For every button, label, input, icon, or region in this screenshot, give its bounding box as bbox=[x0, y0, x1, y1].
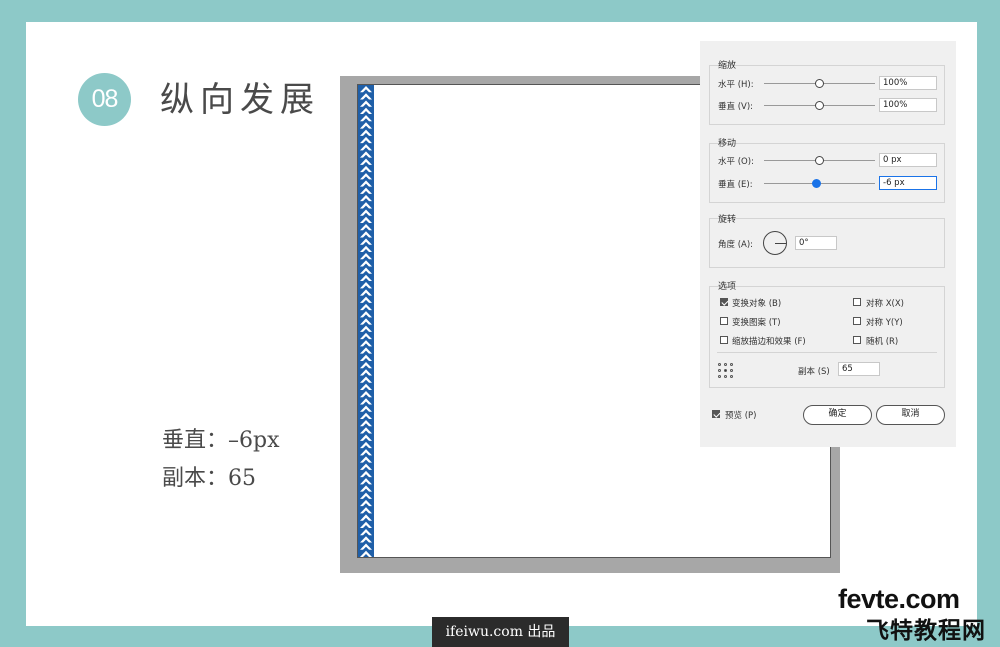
transform-patterns-checkbox[interactable] bbox=[720, 317, 728, 325]
scale-vertical-label: 垂直 (V): bbox=[718, 102, 754, 112]
reflect-y-label: 对称 Y(Y) bbox=[866, 318, 903, 328]
transform-each-dialog: 缩放 水平 (H): 100% 垂直 (V): 100% 移动 水平 (O): … bbox=[700, 41, 956, 447]
move-group bbox=[709, 143, 945, 203]
copies-field[interactable]: 65 bbox=[838, 362, 880, 376]
scale-strokes-checkbox[interactable] bbox=[720, 336, 728, 344]
scale-horizontal-label: 水平 (H): bbox=[718, 80, 754, 90]
site-credit-badge: ifeiwu.com 出品 bbox=[432, 617, 569, 647]
angle-label: 角度 (A): bbox=[718, 240, 754, 250]
random-label: 随机 (R) bbox=[866, 337, 899, 347]
ok-button[interactable]: 确定 bbox=[803, 405, 872, 425]
move-horizontal-knob[interactable] bbox=[815, 156, 824, 165]
move-vertical-field[interactable]: -6 px bbox=[879, 176, 937, 190]
move-group-title: 移动 bbox=[718, 139, 737, 149]
preview-label: 预览 (P) bbox=[725, 411, 757, 421]
options-divider bbox=[717, 352, 937, 353]
transform-patterns-label: 变换图案 (T) bbox=[732, 318, 781, 328]
copies-label: 副本 (S) bbox=[798, 367, 830, 377]
reference-point-icon[interactable] bbox=[718, 363, 733, 378]
scale-horizontal-field[interactable]: 100% bbox=[879, 76, 937, 90]
reflect-x-label: 对称 X(X) bbox=[866, 299, 904, 309]
angle-dial-icon[interactable] bbox=[763, 231, 787, 255]
scale-group bbox=[709, 65, 945, 125]
move-vertical-label: 垂直 (E): bbox=[718, 180, 753, 190]
scale-vertical-field[interactable]: 100% bbox=[879, 98, 937, 112]
step-title: 纵向发展 bbox=[160, 80, 320, 120]
scale-horizontal-knob[interactable] bbox=[815, 79, 824, 88]
move-horizontal-label: 水平 (O): bbox=[718, 157, 754, 167]
triangle-pattern-column bbox=[358, 85, 374, 557]
fevte-logo: fevte.com 飞特教程网 bbox=[836, 584, 996, 644]
scale-group-title: 缩放 bbox=[718, 61, 737, 71]
scale-vertical-knob[interactable] bbox=[815, 101, 824, 110]
transform-objects-label: 变换对象 (B) bbox=[732, 299, 782, 309]
step-number-badge: 08 bbox=[78, 73, 131, 126]
scale-strokes-label: 缩放描边和效果 (F) bbox=[732, 337, 806, 347]
preview-checkbox[interactable] bbox=[712, 410, 720, 418]
move-vertical-knob[interactable] bbox=[812, 179, 821, 188]
caption-vertical: 垂直：–6px bbox=[162, 428, 280, 453]
transform-objects-checkbox[interactable] bbox=[720, 298, 728, 306]
move-horizontal-field[interactable]: 0 px bbox=[879, 153, 937, 167]
reflect-x-checkbox[interactable] bbox=[853, 298, 861, 306]
rotate-group-title: 旋转 bbox=[718, 215, 737, 225]
cancel-button[interactable]: 取消 bbox=[876, 405, 945, 425]
random-checkbox[interactable] bbox=[853, 336, 861, 344]
options-group-title: 选项 bbox=[718, 282, 737, 292]
caption-copies: 副本：65 bbox=[162, 466, 256, 491]
brand-name: 飞特教程网 bbox=[866, 618, 986, 644]
angle-field[interactable]: 0° bbox=[795, 236, 837, 250]
reflect-y-checkbox[interactable] bbox=[853, 317, 861, 325]
